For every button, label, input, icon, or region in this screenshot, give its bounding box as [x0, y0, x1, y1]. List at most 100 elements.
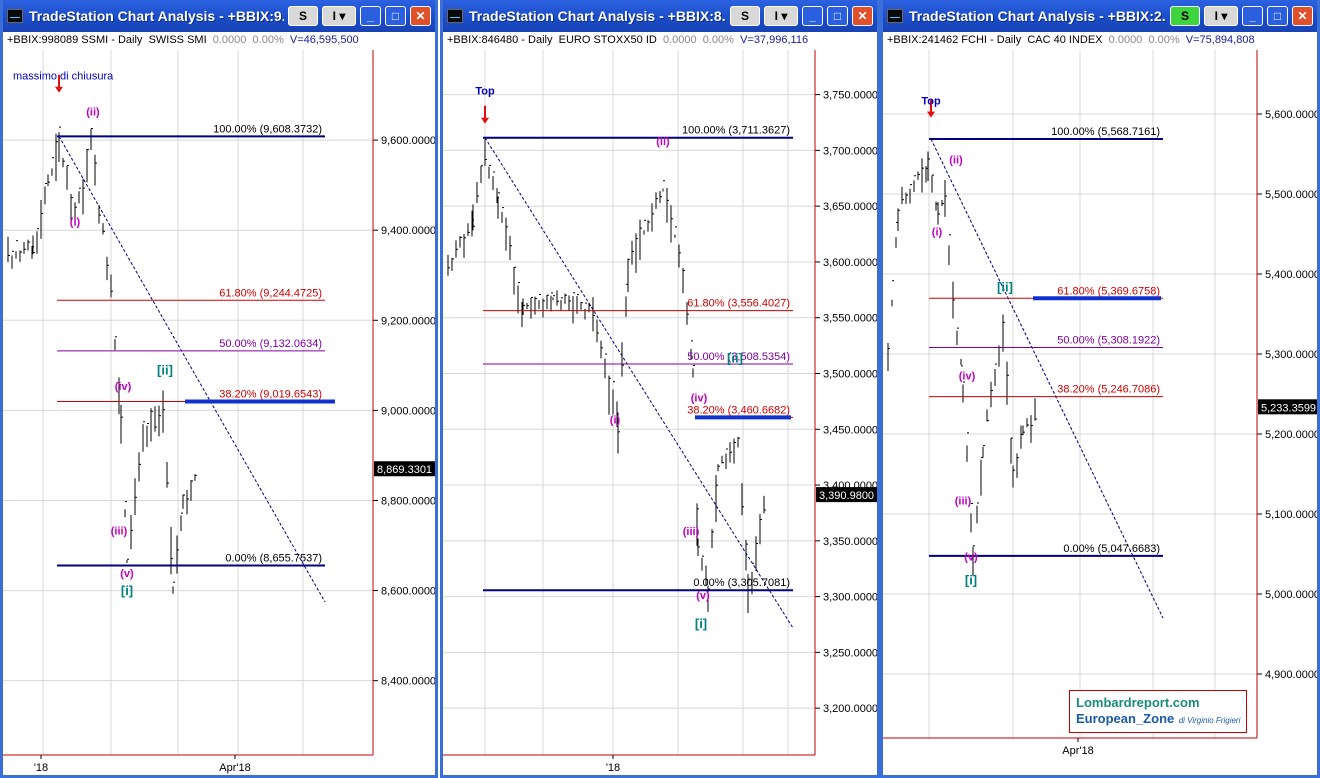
y-tick-label: 3,200.0000 [823, 703, 877, 715]
close-button[interactable]: ✕ [852, 6, 873, 26]
price-bar [484, 139, 487, 166]
symbol-code: +BBIX:846480 - Daily [447, 34, 553, 46]
wave-label: (i) [70, 217, 81, 229]
price-bar [592, 297, 595, 332]
price-bar [82, 178, 85, 215]
price-bar [172, 581, 175, 594]
price-bar [604, 353, 607, 379]
price-bar [51, 157, 54, 176]
mode-dropdown[interactable]: I ▾ [764, 6, 798, 26]
price-bar [674, 226, 677, 238]
price-bar [513, 266, 516, 295]
pct-change: 0.00% [1148, 34, 1180, 46]
price-chart-stoxx[interactable]: 3,200.0000 3,250.0000 3,300.0000 3,350.0000… [443, 50, 877, 778]
y-tick-label: 5,000.0000 [1265, 589, 1317, 601]
price-bar [186, 489, 189, 515]
window-titlebar[interactable]: TradeStation Chart Analysis - +BBIX:2...… [883, 0, 1317, 32]
wave-label: (iv) [959, 371, 976, 383]
price-bar [976, 502, 979, 524]
y-tick-label: 3,750.0000 [823, 90, 877, 102]
price-bar [138, 452, 141, 482]
close-button[interactable]: ✕ [410, 6, 431, 26]
price-bar [114, 336, 117, 350]
price-bar [36, 228, 39, 254]
maximize-button[interactable]: □ [1267, 6, 1288, 26]
chart-window-stoxx: TradeStation Chart Analysis - +BBIX:8...… [440, 0, 880, 778]
price-bar [692, 364, 695, 378]
price-bar [608, 375, 611, 415]
price-bar [463, 234, 466, 258]
price-bar [937, 202, 940, 225]
wave-label: (iv) [115, 381, 132, 393]
symbol-link-button[interactable]: S [730, 6, 760, 26]
price-bar [467, 223, 470, 236]
price-bar [90, 128, 93, 151]
x-tick-label: '18 [606, 762, 620, 774]
price-bar [759, 513, 762, 545]
wave-label: (ii) [949, 155, 963, 167]
window-titlebar[interactable]: TradeStation Chart Analysis - +BBIX:9...… [3, 0, 435, 32]
price-bar [517, 282, 520, 314]
minimize-button[interactable]: _ [360, 6, 381, 26]
price-bar [66, 164, 69, 190]
fib-level-label: 38.20% (5,246.7086) [1057, 384, 1160, 396]
price-bar [917, 171, 920, 180]
symbol-link-button[interactable]: S [1170, 6, 1200, 26]
wave-label: (iii) [955, 495, 972, 507]
wave-label: (i) [610, 415, 621, 427]
watermark-author: di Virginio Frigieri [1178, 716, 1241, 725]
price-bar [480, 165, 483, 183]
maximize-button[interactable]: □ [385, 6, 406, 26]
price-bar [596, 319, 599, 343]
price-bar [560, 297, 563, 311]
net-change: 0.0000 [1108, 34, 1143, 46]
price-bar [62, 157, 65, 168]
minimize-button[interactable]: _ [802, 6, 823, 26]
price-bar [897, 208, 900, 231]
mode-dropdown[interactable]: I ▾ [1204, 6, 1238, 26]
price-bar [966, 432, 969, 462]
price-bar [501, 207, 504, 223]
price-bar [670, 205, 673, 243]
fib-level-label: 0.00% (8,655.7537) [225, 552, 322, 564]
fib-level-label: 61.80% (9,244.4725) [219, 287, 322, 299]
wave-label: massimo di chiusura [13, 70, 114, 82]
minimize-button[interactable]: _ [1242, 6, 1263, 26]
price-chart-cac[interactable]: 4,900.0000 5,000.0000 5,100.0000 5,200.0000… [883, 50, 1317, 778]
mode-dropdown-label: I [332, 9, 336, 23]
net-change: 0.0000 [212, 34, 247, 46]
y-tick-label: 3,550.0000 [823, 313, 877, 325]
price-bar [717, 464, 720, 472]
price-chart-smi[interactable]: 8,400.0000 8,600.0000 8,800.0000 9,000.0000… [3, 50, 435, 778]
y-tick-label: 5,600.0000 [1265, 109, 1317, 121]
price-bar [78, 187, 81, 204]
wave-label: [ii] [727, 350, 743, 365]
y-tick-label: 5,300.0000 [1265, 349, 1317, 361]
mode-dropdown[interactable]: I ▾ [322, 6, 356, 26]
price-bar [110, 274, 113, 298]
price-bar [982, 445, 985, 458]
symbol-link-button[interactable]: S [288, 6, 318, 26]
y-tick-label: 3,600.0000 [823, 257, 877, 269]
price-bar [451, 257, 454, 271]
price-bar [1002, 314, 1005, 352]
maximize-button[interactable]: □ [827, 6, 848, 26]
window-titlebar[interactable]: TradeStation Chart Analysis - +BBIX:8...… [443, 0, 877, 32]
price-bar [170, 526, 173, 575]
price-bar [701, 555, 704, 571]
last-price-label: 5,233.3599 [1261, 402, 1316, 414]
fib-level-label: 50.00% (5,308.1922) [1057, 334, 1160, 346]
price-bar [621, 342, 624, 377]
chart-window-smi: TradeStation Chart Analysis - +BBIX:9...… [0, 0, 438, 778]
fib-level-label: 38.20% (3,460.6682) [687, 404, 790, 416]
price-bar [733, 438, 736, 464]
price-bar [980, 457, 983, 496]
price-bar [550, 292, 553, 312]
price-bar [7, 236, 10, 263]
y-tick-label: 3,300.0000 [823, 592, 877, 604]
price-bar [711, 529, 714, 549]
close-button[interactable]: ✕ [1292, 6, 1313, 26]
fib-level-label: 38.20% (9,019.6543) [219, 389, 322, 401]
price-bar [1016, 453, 1019, 478]
y-tick-label: 3,450.0000 [823, 424, 877, 436]
